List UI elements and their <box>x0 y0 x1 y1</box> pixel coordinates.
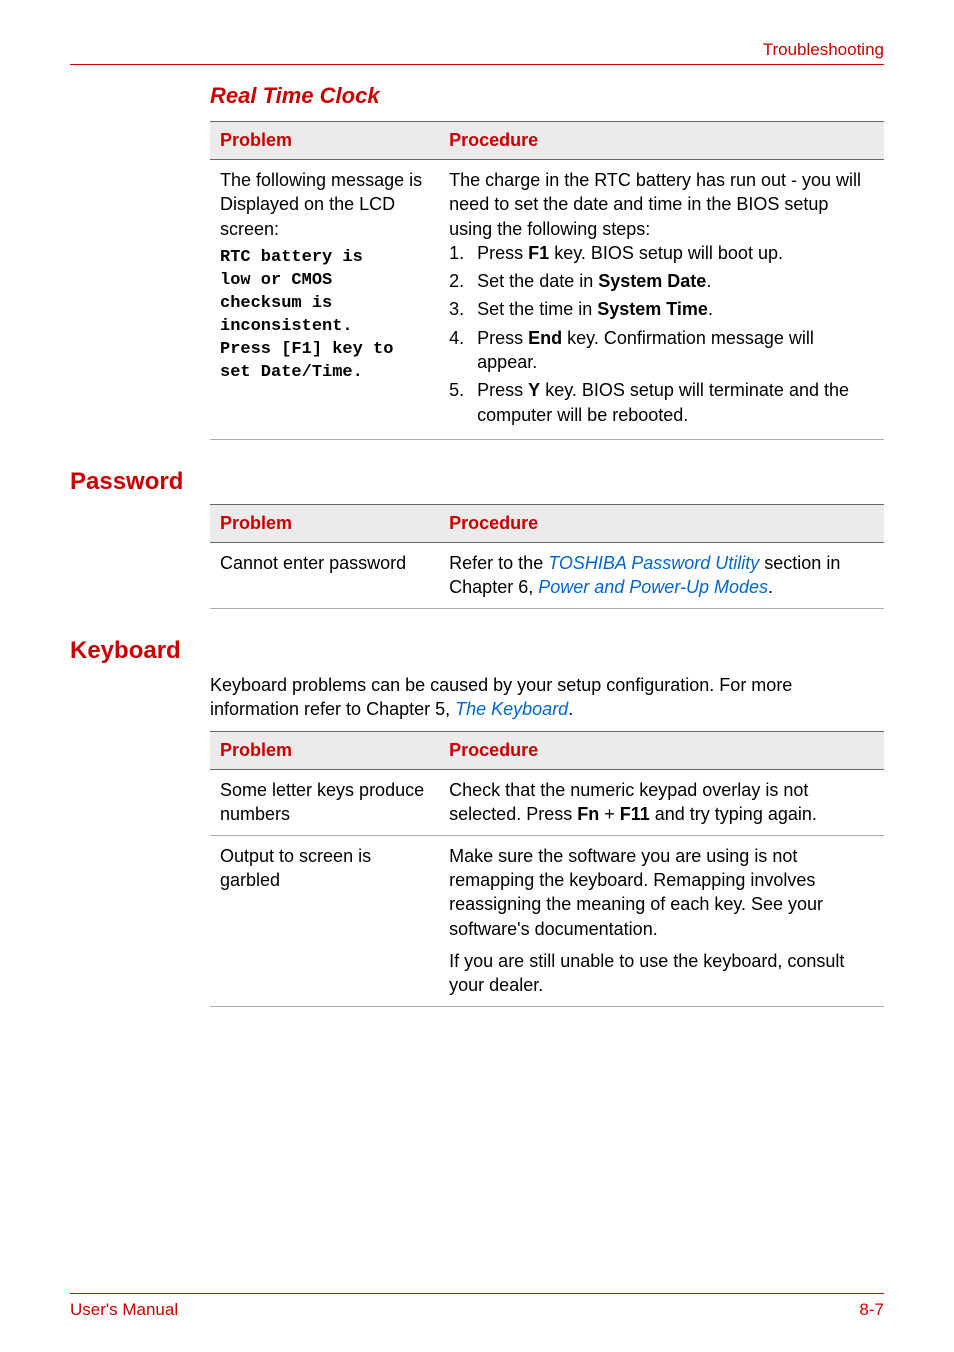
step-text: Press <box>477 380 528 400</box>
proc-text: + <box>599 804 620 824</box>
step-text: Set the date in <box>477 271 598 291</box>
kb-row2-procedure: Make sure the software you are using is … <box>439 835 884 1006</box>
header-divider <box>70 64 884 65</box>
rtc-heading: Real Time Clock <box>210 83 884 109</box>
rtc-error-message: RTC battery is low or CMOS checksum is i… <box>220 247 429 385</box>
password-col-procedure: Procedure <box>439 504 884 542</box>
keyboard-intro: Keyboard problems can be caused by your … <box>210 673 884 722</box>
rtc-msg-line: Press [F1] key to <box>220 339 429 362</box>
list-item: Press F1 key. BIOS setup will boot up. <box>449 241 874 265</box>
keyboard-col-problem: Problem <box>210 732 439 770</box>
list-item: Set the time in System Time. <box>449 297 874 321</box>
password-table: Problem Procedure Cannot enter password … <box>210 504 884 609</box>
rtc-col-problem: Problem <box>210 122 439 160</box>
rtc-msg-line: set Date/Time. <box>220 362 429 385</box>
link-the-keyboard[interactable]: The Keyboard <box>455 699 568 719</box>
kb-row1-problem: Some letter keys produce numbers <box>210 770 439 836</box>
list-item: Press Y key. BIOS setup will terminate a… <box>449 378 874 427</box>
rtc-steps: Press F1 key. BIOS setup will boot up. S… <box>449 241 874 427</box>
step-text: . <box>708 299 713 319</box>
rtc-msg-line: RTC battery is <box>220 247 429 270</box>
kb-row1-procedure: Check that the numeric keypad overlay is… <box>439 770 884 836</box>
rtc-msg-line: low or CMOS <box>220 270 429 293</box>
password-problem: Cannot enter password <box>210 542 439 608</box>
step-text: Press <box>477 243 528 263</box>
intro-text: . <box>568 699 573 719</box>
header-section: Troubleshooting <box>70 40 884 60</box>
rtc-table: Problem Procedure The following message … <box>210 121 884 440</box>
keyboard-table: Problem Procedure Some letter keys produ… <box>210 731 884 1006</box>
setting-name: System Date <box>598 271 706 291</box>
password-heading: Password <box>70 468 884 496</box>
keyboard-heading: Keyboard <box>70 637 884 665</box>
step-text: Set the time in <box>477 299 597 319</box>
table-row: The following message is Displayed on th… <box>210 160 884 440</box>
footer-manual-label: User's Manual <box>70 1300 178 1320</box>
table-row: Some letter keys produce numbers Check t… <box>210 770 884 836</box>
kb-row2-problem: Output to screen is garbled <box>210 835 439 1006</box>
key-label: F1 <box>528 243 549 263</box>
proc-text: and try typing again. <box>650 804 817 824</box>
list-item: Set the date in System Date. <box>449 269 874 293</box>
footer-page-number: 8-7 <box>859 1300 884 1320</box>
link-power-modes[interactable]: Power and Power-Up Modes <box>538 577 768 597</box>
rtc-proc-intro: The charge in the RTC battery has run ou… <box>449 168 874 241</box>
link-toshiba-password-utility[interactable]: TOSHIBA Password Utility <box>548 553 759 573</box>
rtc-col-procedure: Procedure <box>439 122 884 160</box>
proc-text: If you are still unable to use the keybo… <box>449 949 874 998</box>
password-col-problem: Problem <box>210 504 439 542</box>
proc-text: . <box>768 577 773 597</box>
step-text: key. BIOS setup will boot up. <box>549 243 783 263</box>
step-text: . <box>706 271 711 291</box>
proc-text: Make sure the software you are using is … <box>449 844 874 941</box>
proc-text: Refer to the <box>449 553 548 573</box>
table-row: Cannot enter password Refer to the TOSHI… <box>210 542 884 608</box>
key-label: Fn <box>577 804 599 824</box>
key-label: F11 <box>620 804 650 824</box>
rtc-msg-line: inconsistent. <box>220 316 429 339</box>
key-label: End <box>528 328 562 348</box>
rtc-problem-intro: The following message is Displayed on th… <box>220 168 429 241</box>
list-item: Press End key. Confirmation message will… <box>449 326 874 375</box>
keyboard-col-procedure: Procedure <box>439 732 884 770</box>
step-text: Press <box>477 328 528 348</box>
page-footer: User's Manual 8-7 <box>70 1293 884 1320</box>
table-row: Output to screen is garbled Make sure th… <box>210 835 884 1006</box>
key-label: Y <box>528 380 540 400</box>
rtc-msg-line: checksum is <box>220 293 429 316</box>
password-procedure: Refer to the TOSHIBA Password Utility se… <box>439 542 884 608</box>
footer-divider <box>70 1293 884 1294</box>
setting-name: System Time <box>597 299 708 319</box>
